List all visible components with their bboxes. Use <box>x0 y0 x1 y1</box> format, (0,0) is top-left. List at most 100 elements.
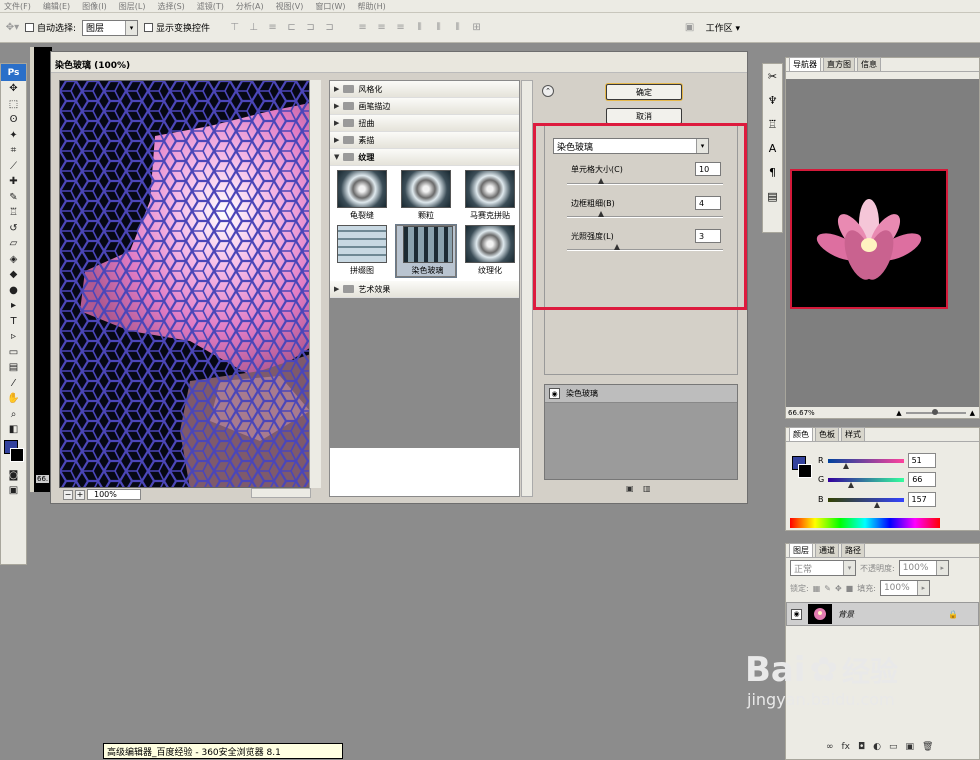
navigator-zoom-value[interactable]: 66.67% <box>788 409 815 417</box>
quick-mask-icon[interactable]: ◙ <box>1 468 26 484</box>
menu-item[interactable]: 文件(F) <box>4 1 31 12</box>
thumb-stained-glass[interactable]: 染色玻璃 <box>395 224 457 278</box>
blend-mode-dropdown[interactable]: 正常 ▾ <box>790 560 856 576</box>
zoom-out-icon[interactable]: ▲ <box>896 409 901 417</box>
distribute-bottom-icon[interactable]: ≡ <box>394 22 407 34</box>
show-transform-checkbox[interactable]: 显示变换控件 <box>144 21 210 34</box>
zoom-out-button[interactable]: − <box>63 489 73 500</box>
preview-hscroll[interactable] <box>251 488 311 498</box>
zoom-in-icon[interactable]: ▲ <box>970 409 975 417</box>
workspace-menu[interactable]: 工作区 ▾ <box>706 21 740 34</box>
layer-comps-icon[interactable]: ▤ <box>763 184 782 208</box>
menu-item[interactable]: 编辑(E) <box>43 1 70 12</box>
thumb-patchwork[interactable]: 拼缀图 <box>332 225 392 277</box>
type-tool-icon[interactable]: T <box>1 314 26 330</box>
character-icon[interactable]: A <box>763 136 782 160</box>
clone-stamp-icon[interactable]: ♖ <box>1 205 26 221</box>
menu-item[interactable]: 窗口(W) <box>315 1 345 12</box>
align-bottom-icon[interactable]: ≡ <box>266 22 279 34</box>
history-brush-icon[interactable]: ↺ <box>1 221 26 237</box>
r-input[interactable]: 51 <box>907 453 936 468</box>
eye-icon[interactable]: ◉ <box>549 388 560 399</box>
tab-navigator[interactable]: 导航器 <box>789 57 821 71</box>
crop-tool-icon[interactable]: ⌗ <box>1 143 26 159</box>
color-swatches[interactable] <box>1 438 26 468</box>
menu-item[interactable]: 图像(I) <box>82 1 107 12</box>
healing-brush-icon[interactable]: ✚ <box>1 174 26 190</box>
layer-row-background[interactable]: ◉ 背景 🔒 <box>786 602 979 626</box>
blur-tool-icon[interactable]: ◆ <box>1 267 26 283</box>
path-select-icon[interactable]: ▸ <box>1 298 26 314</box>
tab-histogram[interactable]: 直方图 <box>823 57 855 71</box>
eraser-tool-icon[interactable]: ▱ <box>1 236 26 252</box>
r-slider[interactable] <box>827 458 904 469</box>
brush-tool-icon[interactable]: ✎ <box>1 190 26 206</box>
distribute-top-icon[interactable]: ≡ <box>356 22 369 34</box>
auto-select-checkbox[interactable]: 自动选择: <box>25 21 76 34</box>
tab-color[interactable]: 颜色 <box>789 427 813 441</box>
thumb-mosaic-tiles[interactable]: 马赛克拼贴 <box>460 170 520 222</box>
default-colors-icon[interactable]: ◧ <box>1 422 26 438</box>
preview-vscroll[interactable] <box>309 80 321 488</box>
document-window[interactable]: 66. <box>30 47 52 492</box>
distribute-right-icon[interactable]: ⫴ <box>451 22 464 34</box>
thumb-craquelure[interactable]: 龟裂缝 <box>332 170 392 222</box>
lock-image-icon[interactable]: ✎ <box>824 584 831 593</box>
eye-icon[interactable]: ◉ <box>791 608 802 620</box>
thumb-grain[interactable]: 颗粒 <box>396 170 456 222</box>
navigator-thumbnail[interactable] <box>790 169 948 309</box>
lasso-tool-icon[interactable]: ʘ <box>1 112 26 128</box>
auto-select-dropdown[interactable]: 图层 ▾ <box>82 19 139 36</box>
zoom-dropdown[interactable]: 100% <box>87 489 141 500</box>
b-slider[interactable] <box>827 497 904 508</box>
menu-item[interactable]: 视图(V) <box>276 1 304 12</box>
menu-item[interactable]: 帮助(H) <box>358 1 386 12</box>
background-color[interactable] <box>10 447 24 462</box>
distribute-left-icon[interactable]: ⫴ <box>413 22 426 34</box>
g-slider[interactable] <box>828 477 905 488</box>
slider-knob[interactable] <box>874 501 881 508</box>
category-stylize[interactable]: ▶ 风格化 <box>330 81 519 98</box>
move-tool-icon[interactable]: ✥▾ <box>6 22 19 34</box>
tool-presets-icon[interactable]: ✂ <box>763 64 782 88</box>
rectangle-tool-icon[interactable]: ▭ <box>1 345 26 361</box>
paint-bucket-icon[interactable]: ◈ <box>1 252 26 268</box>
auto-align-icon[interactable]: ⊞ <box>470 22 483 34</box>
ok-button[interactable]: 确定 <box>606 84 682 100</box>
zoom-tool-icon[interactable]: ⌕ <box>1 407 26 423</box>
clone-source-icon[interactable]: ♖ <box>763 112 782 136</box>
color-spectrum[interactable] <box>790 518 940 528</box>
category-brush-strokes[interactable]: ▶ 画笔描边 <box>330 98 519 115</box>
dodge-tool-icon[interactable]: ● <box>1 283 26 299</box>
bridge-icon[interactable]: ▣ <box>680 22 700 34</box>
new-effect-layer-icon[interactable]: ▣ <box>626 484 634 493</box>
tab-channels[interactable]: 通道 <box>815 543 839 557</box>
collapse-gallery-icon[interactable]: ⌃ <box>542 85 554 97</box>
zoom-in-button[interactable]: + <box>75 489 85 500</box>
lock-position-icon[interactable]: ✥ <box>835 584 842 593</box>
opacity-input[interactable]: 100% ▸ <box>898 560 949 576</box>
lock-transparency-icon[interactable]: ▦ <box>813 584 821 593</box>
category-texture[interactable]: ▼ 纹理 <box>330 149 519 166</box>
b-input[interactable]: 157 <box>907 492 936 507</box>
align-middle-icon[interactable]: ⊥ <box>247 22 260 34</box>
menu-item[interactable]: 滤镜(T) <box>197 1 224 12</box>
tab-layers[interactable]: 图层 <box>789 543 813 557</box>
category-artistic[interactable]: ▶ 艺术效果 <box>330 281 519 298</box>
thumb-texturizer[interactable]: 纹理化 <box>460 225 520 277</box>
marquee-tool-icon[interactable]: ⬚ <box>1 97 26 113</box>
magic-wand-icon[interactable]: ✦ <box>1 128 26 144</box>
screen-mode-icon[interactable]: ▣ <box>1 483 26 499</box>
direct-select-icon[interactable]: ▹ <box>1 329 26 345</box>
fill-input[interactable]: 100% ▸ <box>879 580 930 596</box>
filter-preview[interactable] <box>59 80 319 488</box>
category-distort[interactable]: ▶ 扭曲 <box>330 115 519 132</box>
move-tool-icon[interactable]: ✥ <box>1 81 26 97</box>
background-swatch[interactable] <box>798 464 812 478</box>
category-sketch[interactable]: ▶ 素描 <box>330 132 519 149</box>
align-center-icon[interactable]: ⊐ <box>304 22 317 34</box>
slice-tool-icon[interactable]: ⟋ <box>1 159 26 175</box>
effect-layer-row[interactable]: ◉ 染色玻璃 <box>545 385 737 403</box>
align-top-icon[interactable]: ⊤ <box>228 22 241 34</box>
align-left-icon[interactable]: ⊏ <box>285 22 298 34</box>
